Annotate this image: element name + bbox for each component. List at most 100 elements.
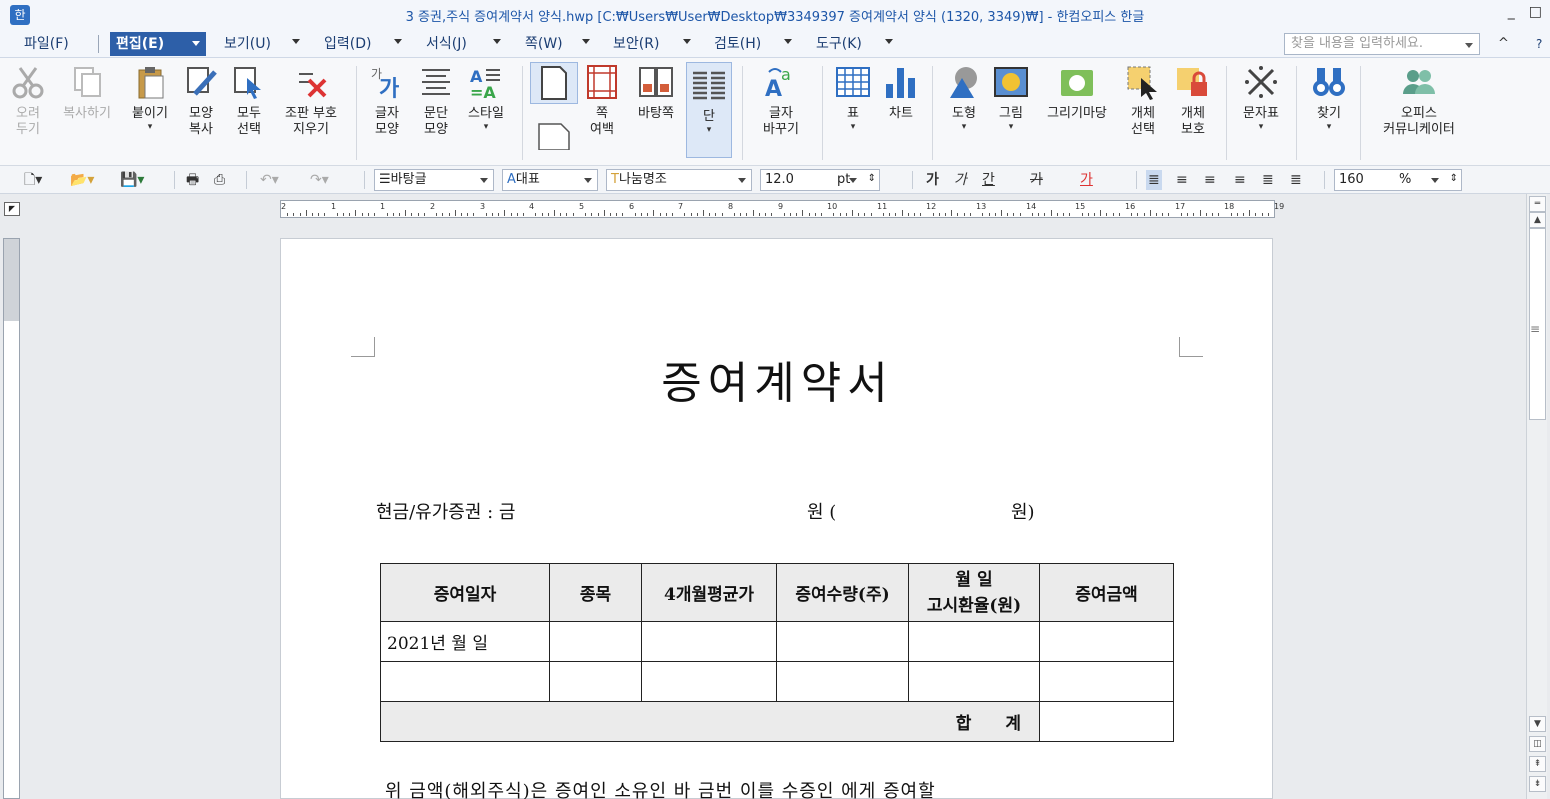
chevron-down-icon[interactable] — [738, 178, 746, 183]
drawing-gallery-button[interactable]: 그리기마당 — [1038, 64, 1116, 122]
clear-marks-button[interactable]: 조판 부호 지우기 — [276, 64, 346, 138]
document-page[interactable]: 증여계약서 현금/유가증권 : 금 원 ( 원) 증여일자 종목 4개월평균가 … — [280, 238, 1273, 799]
object-protect-button[interactable]: 개체 보호 — [1170, 64, 1216, 138]
italic-button[interactable]: 가 — [954, 170, 967, 190]
table-cell[interactable] — [776, 621, 909, 662]
page-margin-button[interactable]: 쪽 여백 — [580, 64, 624, 138]
chevron-down-icon[interactable]: ▾ — [990, 122, 1032, 132]
align-right-icon[interactable]: ≡ — [1234, 170, 1246, 190]
chevron-down-icon[interactable]: ▾ — [687, 125, 731, 135]
print-preview-icon[interactable]: ⎙ — [214, 170, 225, 190]
menu-review[interactable]: 검토(H) — [708, 32, 767, 56]
line-spacing-input[interactable]: 160% ⇕ — [1334, 169, 1462, 191]
chevron-down-icon[interactable] — [1465, 43, 1473, 48]
style-button[interactable]: A =A 스타일 ▾ — [462, 64, 510, 132]
menu-format[interactable]: 서식(J) — [420, 32, 473, 56]
symbol-button[interactable]: 문자표 ▾ — [1236, 64, 1286, 132]
chevron-down-icon[interactable] — [582, 39, 590, 44]
table-cell[interactable] — [380, 661, 550, 702]
align-left-icon[interactable]: ≡ — [1176, 170, 1188, 190]
open-folder-icon[interactable]: 📂▾ — [70, 170, 94, 190]
scroll-down-button[interactable]: ▼ — [1529, 716, 1546, 732]
blank-page-button[interactable] — [532, 120, 576, 156]
font-color-button[interactable]: 가 — [1080, 170, 1093, 190]
underline-button[interactable]: 간 — [982, 170, 995, 190]
chevron-down-icon[interactable] — [885, 39, 893, 44]
column-button[interactable]: 단 ▾ — [686, 62, 732, 158]
chevron-down-icon[interactable]: ▾ — [1306, 122, 1352, 132]
office-communicator-button[interactable]: 오피스 커뮤니케이터 — [1370, 64, 1468, 138]
splitter-icon[interactable]: ≡ — [1530, 322, 1540, 336]
spin-icon[interactable]: ⇕ — [868, 169, 876, 189]
strikethrough-button[interactable]: 가 — [1030, 170, 1043, 190]
chevron-down-icon[interactable] — [493, 39, 501, 44]
table-cell[interactable] — [908, 661, 1040, 702]
menu-edit[interactable]: 편집(E) — [110, 32, 206, 56]
chart-button[interactable]: 차트 — [880, 64, 922, 122]
vertical-scrollbar[interactable]: ═ ▲ ≡ ▼ ◫ ⇞ ⇟ — [1526, 194, 1547, 799]
char-shape-button[interactable]: 가가 글자 모양 — [364, 64, 410, 138]
new-document-icon[interactable]: 🗋▾ — [24, 170, 42, 190]
page-view-icon[interactable]: ◫ — [1529, 736, 1546, 752]
menu-insert[interactable]: 입력(D) — [318, 32, 377, 56]
redo-icon[interactable]: ↷▾ — [310, 170, 329, 190]
copy-button[interactable]: 복사하기 — [54, 64, 120, 122]
help-button[interactable]: ? — [1536, 37, 1542, 51]
chevron-down-icon[interactable]: ▾ — [124, 122, 176, 132]
menu-view[interactable]: 보기(U) — [218, 32, 277, 56]
hancom-app-icon[interactable]: 한 — [10, 5, 30, 25]
tab-type-button[interactable]: ◤ — [4, 202, 20, 216]
table-cell[interactable] — [549, 621, 642, 662]
align-center-icon[interactable]: ≡ — [1204, 170, 1216, 190]
font-size-input[interactable]: 12.0 pt ⇕ — [760, 169, 880, 191]
menu-security[interactable]: 보안(R) — [607, 32, 665, 56]
cut-button[interactable]: 오려 두기 — [8, 64, 48, 138]
next-page-button[interactable]: ⇟ — [1529, 776, 1546, 792]
picture-button[interactable]: 그림 ▾ — [990, 64, 1032, 132]
undo-icon[interactable]: ↶▾ — [260, 170, 279, 190]
total-amount-cell[interactable] — [1039, 701, 1174, 742]
split-handle[interactable]: ═ — [1529, 196, 1546, 212]
table-cell[interactable] — [1039, 661, 1174, 702]
find-button[interactable]: 찾기 ▾ — [1306, 64, 1352, 132]
chevron-down-icon[interactable]: ▾ — [832, 122, 874, 132]
chevron-down-icon[interactable]: ▾ — [942, 122, 986, 132]
menu-file[interactable]: 파일(F) — [18, 32, 75, 56]
bold-button[interactable]: 가 — [926, 170, 939, 190]
align-distribute-icon[interactable]: ≣ — [1262, 170, 1274, 190]
align-justify-icon[interactable]: ≣ — [1146, 170, 1162, 190]
table-cell[interactable] — [908, 621, 1040, 662]
align-divide-icon[interactable]: ≣ — [1290, 170, 1302, 190]
save-icon[interactable]: 💾▾ — [120, 170, 144, 190]
menu-page[interactable]: 쪽(W) — [519, 32, 569, 56]
para-shape-button[interactable]: 문단 모양 — [414, 64, 458, 138]
ribbon-collapse-button[interactable]: ^ — [1498, 36, 1509, 51]
horizontal-ruler[interactable]: 2 1 1 2 3 4 5 6 7 8 9 10 11 12 13 14 15 16 17 18 19 — [280, 200, 1284, 218]
scroll-up-button[interactable]: ▲ — [1529, 212, 1546, 228]
table-cell[interactable] — [641, 621, 777, 662]
vertical-ruler[interactable] — [3, 238, 20, 799]
chevron-down-icon[interactable] — [394, 39, 402, 44]
restore-button[interactable]: □ — [1529, 4, 1542, 20]
chevron-down-icon[interactable]: ▾ — [1236, 122, 1286, 132]
table-button[interactable]: 표 ▾ — [832, 64, 874, 132]
char-replace-button[interactable]: Aa 글자 바꾸기 — [752, 64, 810, 138]
search-input[interactable]: 찾을 내용을 입력하세요. — [1284, 33, 1480, 55]
chevron-down-icon[interactable] — [1431, 178, 1439, 183]
page-view-button[interactable] — [530, 62, 578, 104]
table-cell[interactable] — [776, 661, 909, 702]
chevron-down-icon[interactable] — [292, 39, 300, 44]
table-cell[interactable] — [549, 661, 642, 702]
chevron-down-icon[interactable] — [683, 39, 691, 44]
print-icon[interactable]: 🖶 — [186, 170, 199, 190]
chevron-down-icon[interactable] — [480, 178, 488, 183]
prev-page-button[interactable]: ⇞ — [1529, 756, 1546, 772]
select-all-button[interactable]: 모두 선택 — [228, 64, 270, 138]
chevron-down-icon[interactable] — [849, 178, 857, 183]
minimize-button[interactable]: _ — [1508, 4, 1515, 20]
object-select-button[interactable]: 개체 선택 — [1120, 64, 1166, 138]
language-select[interactable]: A대표 — [502, 169, 598, 191]
table-cell[interactable] — [1039, 621, 1174, 662]
spin-icon[interactable]: ⇕ — [1450, 169, 1458, 189]
table-cell[interactable] — [641, 661, 777, 702]
